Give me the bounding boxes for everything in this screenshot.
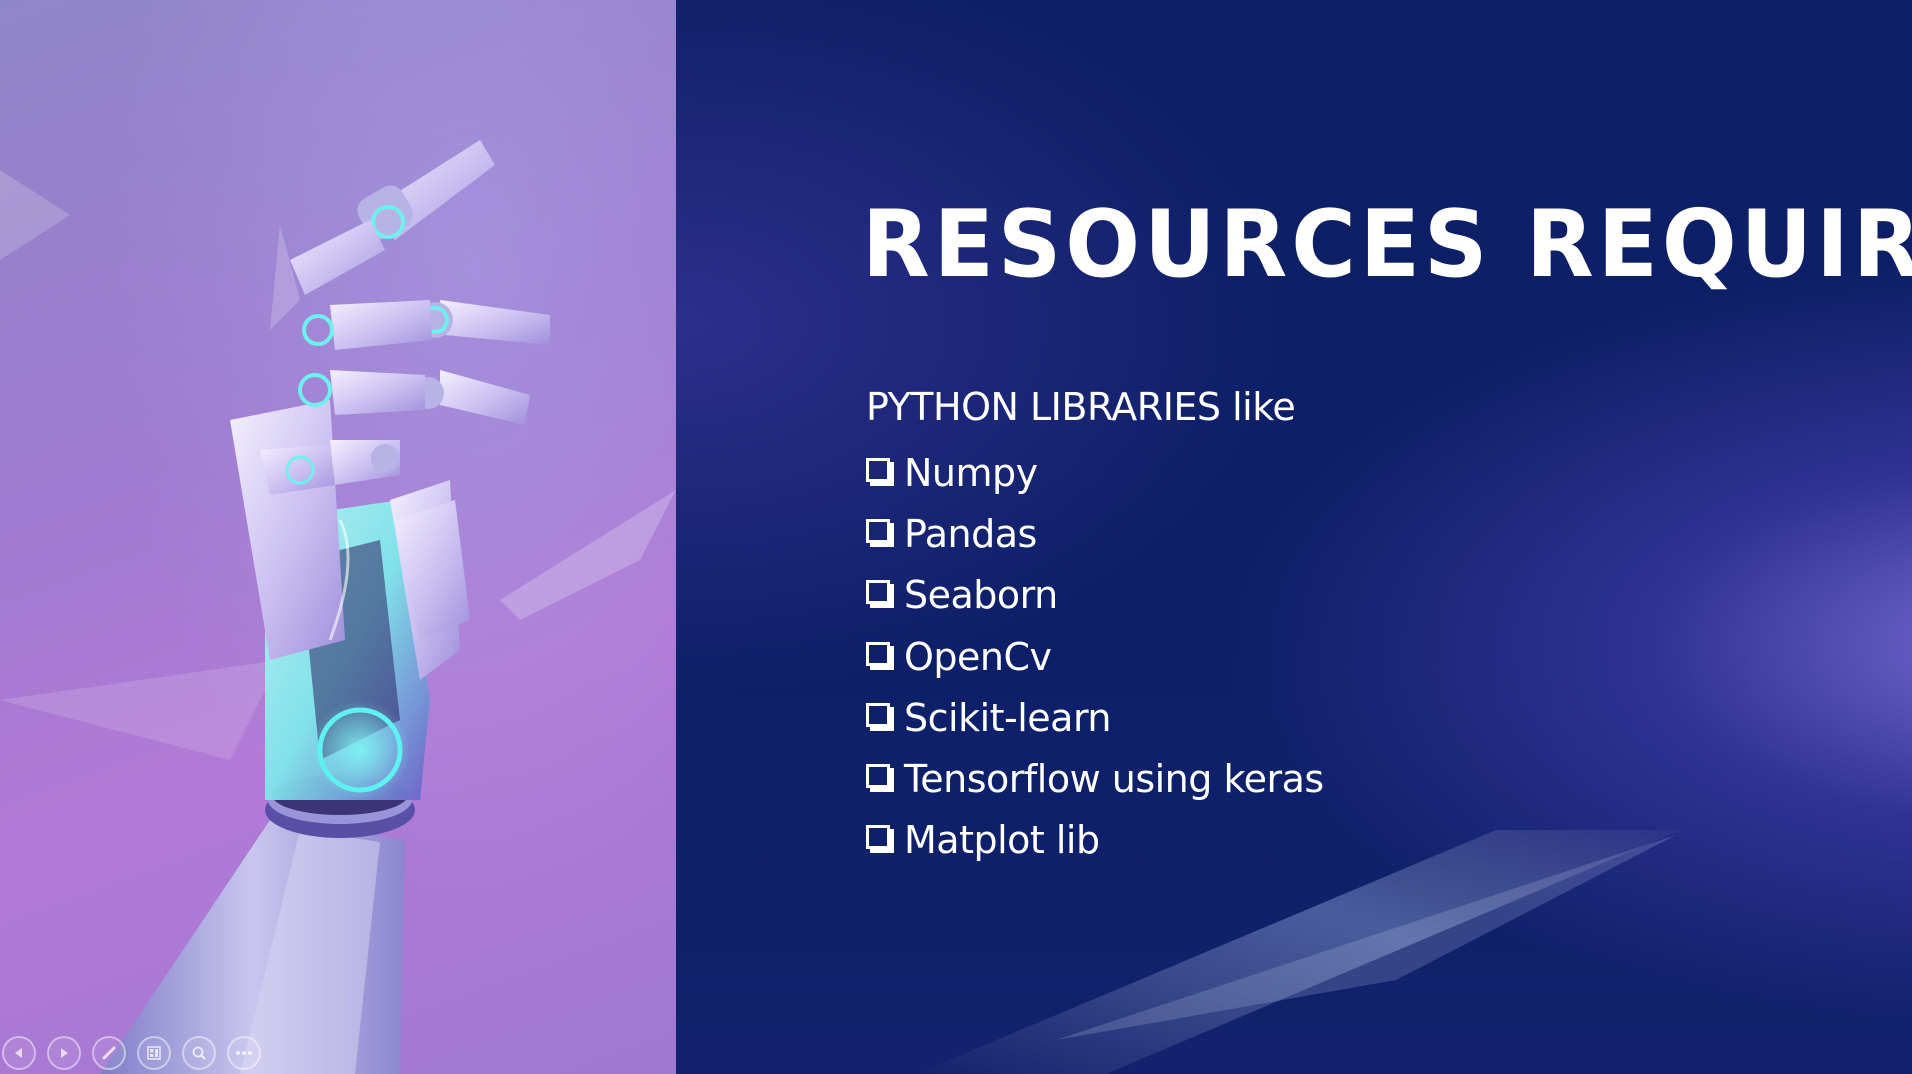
list-item: OpenCv: [866, 626, 1324, 687]
checkbox-bullet-icon: [866, 702, 890, 727]
list-item: Pandas: [866, 503, 1324, 564]
library-list: Numpy Pandas Seaborn OpenCv Scikit-learn…: [866, 442, 1324, 871]
checkbox-bullet-icon: [866, 764, 890, 789]
library-label: OpenCv: [904, 634, 1052, 679]
library-label: Tensorflow using keras: [904, 757, 1324, 802]
checkbox-bullet-icon: [866, 457, 890, 482]
zoom-button[interactable]: [182, 1036, 216, 1070]
slide-title: RESOURCES REQUIRED: [862, 190, 1912, 299]
slides-grid-icon: [147, 1046, 161, 1060]
see-all-slides-button[interactable]: [137, 1036, 171, 1070]
finger-ring: [298, 370, 530, 425]
library-label: Seaborn: [904, 573, 1058, 618]
list-item: Tensorflow using keras: [866, 748, 1324, 809]
robot-hand-illustration: [0, 140, 676, 1074]
previous-slide-button[interactable]: [2, 1036, 36, 1070]
library-label: Pandas: [904, 511, 1037, 556]
slide-content-panel: RESOURCES REQUIRED PYTHON LIBRARIES like…: [676, 0, 1912, 1074]
checkbox-bullet-icon: [866, 825, 890, 850]
pen-tool-button[interactable]: [92, 1036, 126, 1070]
robot-hand-image: [0, 0, 676, 1074]
library-label: Numpy: [904, 450, 1038, 495]
more-options-icon: [236, 1051, 252, 1055]
list-item: Scikit-learn: [866, 687, 1324, 748]
next-slide-button[interactable]: [47, 1036, 81, 1070]
pen-icon: [102, 1046, 116, 1060]
checkbox-bullet-icon: [866, 518, 890, 543]
previous-slide-icon: [15, 1048, 22, 1058]
library-label: Scikit-learn: [904, 695, 1112, 740]
finger-middle: [302, 300, 550, 350]
list-item: Numpy: [866, 442, 1324, 503]
checkbox-bullet-icon: [866, 641, 890, 666]
list-item: Matplot lib: [866, 810, 1324, 871]
zoom-icon: [192, 1046, 206, 1060]
finger-index: [290, 140, 495, 295]
checkbox-bullet-icon: [866, 580, 890, 605]
more-options-button[interactable]: [227, 1036, 261, 1070]
next-slide-icon: [61, 1048, 68, 1058]
slide-intro-text: PYTHON LIBRARIES like: [866, 385, 1296, 429]
library-label: Matplot lib: [904, 818, 1100, 863]
list-item: Seaborn: [866, 565, 1324, 626]
presenter-toolbar: [2, 1035, 261, 1071]
